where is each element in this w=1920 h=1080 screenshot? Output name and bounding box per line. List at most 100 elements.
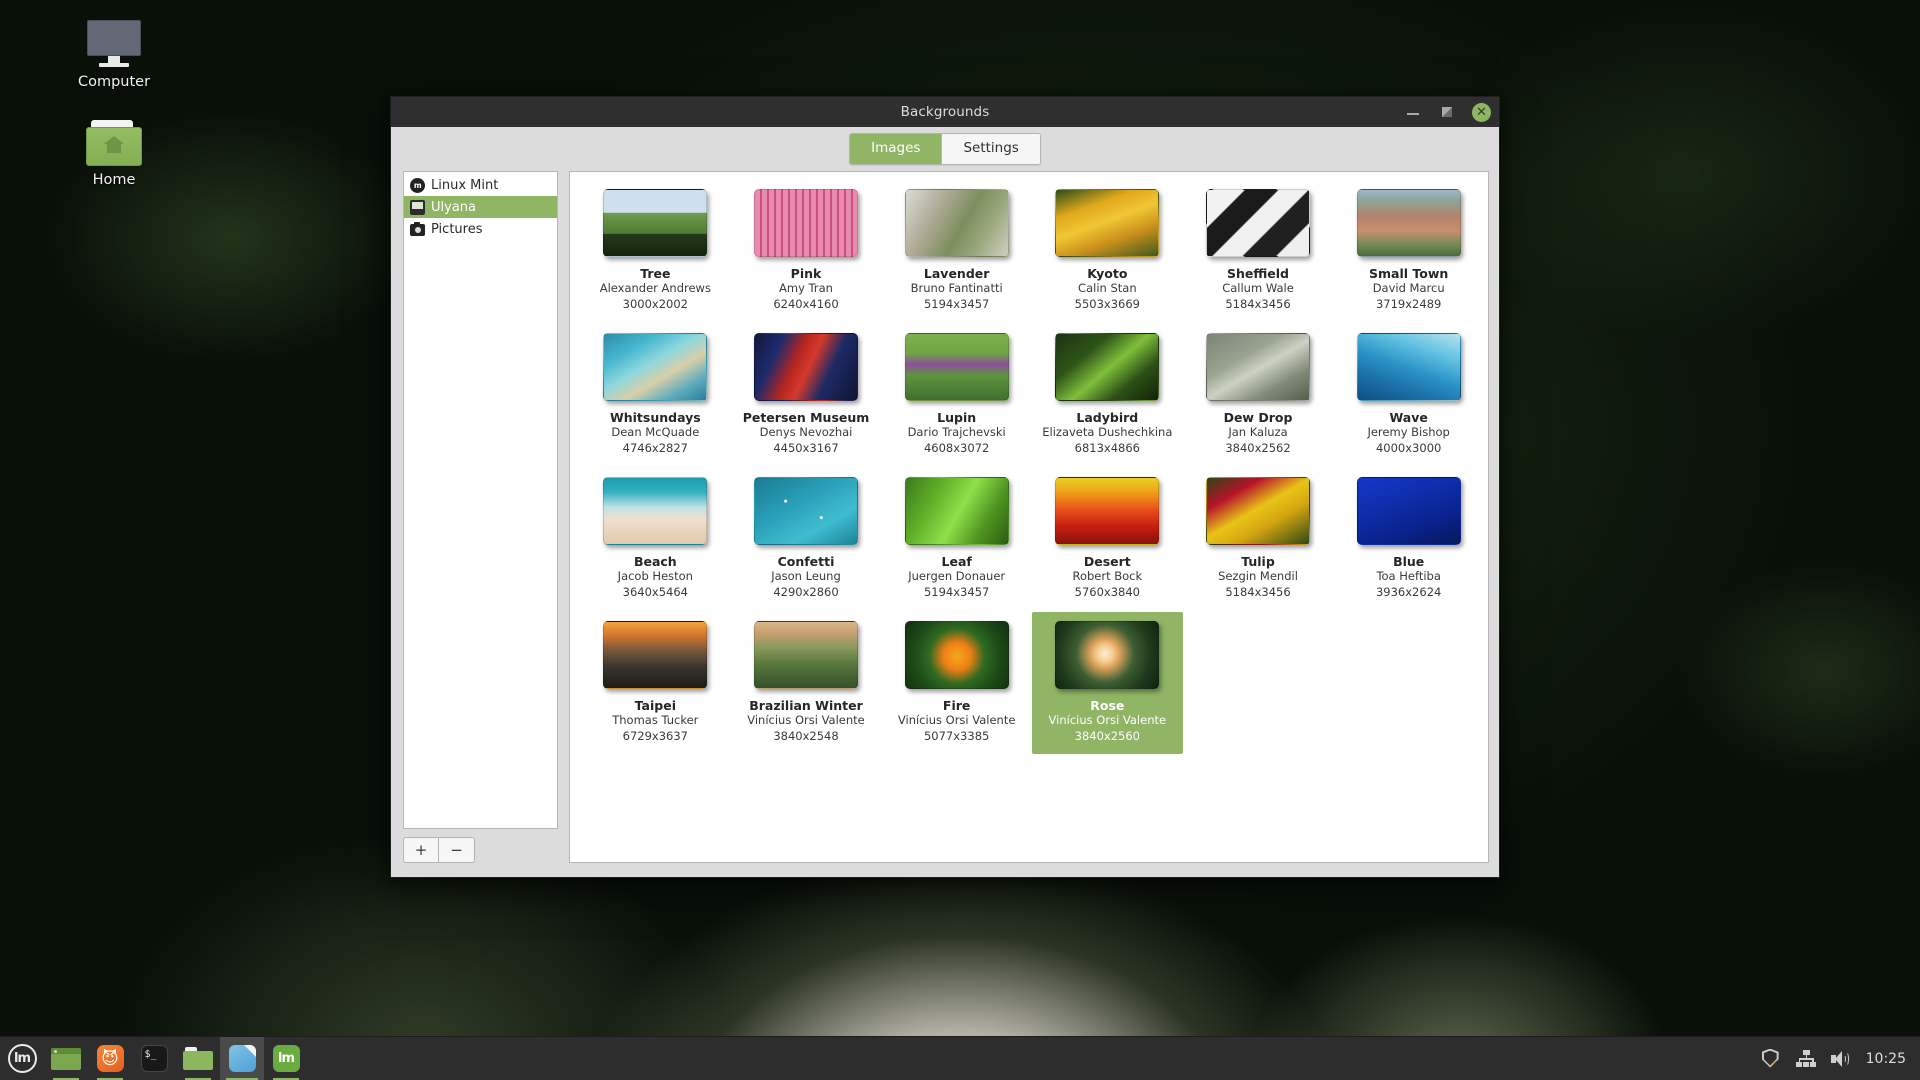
wallpaper-dimensions: 5760x3840 xyxy=(1074,584,1140,599)
network-icon[interactable] xyxy=(1795,1049,1816,1068)
wallpaper-name: Rose xyxy=(1090,698,1125,714)
wallpaper-name: Wave xyxy=(1389,410,1428,426)
desktop-icon-label: Computer xyxy=(77,74,151,90)
wallpaper-thumbnail xyxy=(603,477,708,546)
wallpaper-name: Lavender xyxy=(923,266,990,281)
wallpaper-author: Vinícius Orsi Valente xyxy=(1048,713,1167,728)
taskbar: lm 😈 $_ lm 10:25 xyxy=(0,1036,1920,1080)
sidebar-buttons: + − xyxy=(403,837,558,863)
window-title: Backgrounds xyxy=(900,104,990,120)
taskbar-item-backgrounds[interactable] xyxy=(220,1036,264,1080)
wallpaper-thumbnail xyxy=(904,621,1009,690)
wallpaper-item[interactable]: Lupin Dario Trajchevski 4608x3072 xyxy=(881,324,1032,466)
wallpaper-dimensions: 3840x2560 xyxy=(1074,728,1140,743)
wallpaper-author: David Marcu xyxy=(1372,281,1445,295)
wallpaper-dimensions: 6729x3637 xyxy=(622,728,688,743)
wallpaper-item[interactable]: Desert Robert Bock 5760x3840 xyxy=(1032,468,1183,610)
wallpaper-item[interactable]: Tulip Sezgin Mendil 5184x3456 xyxy=(1183,468,1334,610)
wallpaper-dimensions: 3000x2002 xyxy=(622,296,688,311)
wallpaper-item[interactable]: Kyoto Calin Stan 5503x3669 xyxy=(1032,180,1183,322)
menu-button[interactable]: lm xyxy=(0,1037,44,1080)
wallpaper-thumbnail xyxy=(1356,189,1461,257)
taskbar-item-terminal[interactable]: $_ xyxy=(132,1037,176,1080)
clock[interactable]: 10:25 xyxy=(1864,1051,1906,1067)
document-icon xyxy=(228,1045,256,1072)
wallpaper-item[interactable]: Dew Drop Jan Kaluza 3840x2562 xyxy=(1183,324,1334,466)
wallpaper-name: Pink xyxy=(790,266,822,281)
wallpaper-item[interactable]: Wave Jeremy Bishop 4000x3000 xyxy=(1333,324,1484,466)
wallpaper-item[interactable]: Lavender Bruno Fantinatti 5194x3457 xyxy=(881,180,1032,322)
wallpaper-dimensions: 5077x3385 xyxy=(923,728,990,743)
wallpaper-thumbnail xyxy=(1356,333,1461,402)
tab-images[interactable]: Images xyxy=(850,134,942,164)
screen-icon xyxy=(410,199,425,215)
mint-menu-icon: lm xyxy=(7,1044,37,1073)
wallpaper-item[interactable]: Rose Vinícius Orsi Valente 3840x2560 xyxy=(1032,612,1183,755)
sidebar-item-label: Linux Mint xyxy=(431,177,499,193)
wallpaper-item[interactable]: Blue Toa Heftiba 3936x2624 xyxy=(1333,468,1484,610)
taskbar-item-files[interactable] xyxy=(176,1037,220,1080)
window-icon xyxy=(51,1047,81,1070)
sidebar-item-linux-mint[interactable]: m Linux Mint xyxy=(404,174,557,196)
wallpaper-dimensions: 4290x2860 xyxy=(773,584,839,599)
wallpaper-dimensions: 6240x4160 xyxy=(773,296,839,311)
wallpaper-author: Dean McQuade xyxy=(611,425,700,440)
wallpaper-thumbnail xyxy=(1205,189,1310,257)
mint-app-icon: lm xyxy=(272,1045,300,1072)
tab-settings[interactable]: Settings xyxy=(941,134,1040,164)
wallpaper-item[interactable]: Beach Jacob Heston 3640x5464 xyxy=(580,468,731,610)
wallpaper-name: Whitsundays xyxy=(609,410,701,426)
wallpaper-name: Tree xyxy=(640,266,671,281)
wallpaper-author: Jan Kaluza xyxy=(1228,425,1288,440)
wallpaper-author: Dario Trajchevski xyxy=(907,425,1006,440)
remove-folder-button[interactable]: − xyxy=(439,837,475,863)
wallpaper-grid-panel[interactable]: Tree Alexander Andrews 3000x2002 Pink Amy Tr… xyxy=(569,171,1489,863)
wallpaper-author: Amy Tran xyxy=(779,281,833,295)
window-titlebar[interactable]: Backgrounds ✕ xyxy=(391,97,1499,127)
taskbar-item-mint-app[interactable]: lm xyxy=(264,1037,308,1080)
wallpaper-thumbnail xyxy=(1055,189,1160,257)
desktop-icon-home[interactable]: Home xyxy=(58,120,170,189)
desktop-icon-label: Home xyxy=(92,172,136,188)
maximize-button[interactable] xyxy=(1438,103,1456,121)
sidebar-item-ulyana[interactable]: Ulyana xyxy=(404,196,557,218)
wallpaper-thumbnail xyxy=(1205,333,1310,402)
wallpaper-name: Leaf xyxy=(941,554,972,570)
wallpaper-author: Elizaveta Dushechkina xyxy=(1042,425,1173,440)
taskbar-item-firefox[interactable]: 😈 xyxy=(88,1037,132,1080)
wallpaper-item[interactable]: Confetti Jason Leung 4290x2860 xyxy=(731,468,882,610)
firefox-icon: 😈 xyxy=(96,1045,124,1072)
camera-icon xyxy=(410,221,425,236)
volume-icon[interactable] xyxy=(1830,1050,1850,1068)
wallpaper-item[interactable]: Leaf Juergen Donauer 5194x3457 xyxy=(881,468,1032,610)
wallpaper-dimensions: 4608x3072 xyxy=(923,440,990,455)
sidebar-item-pictures[interactable]: Pictures xyxy=(404,218,557,240)
terminal-icon: $_ xyxy=(140,1045,168,1072)
wallpaper-item[interactable]: Pink Amy Tran 6240x4160 xyxy=(731,180,882,322)
wallpaper-item[interactable]: Fire Vinícius Orsi Valente 5077x3385 xyxy=(881,612,1032,754)
wallpaper-item[interactable]: Ladybird Elizaveta Dushechkina 6813x4866 xyxy=(1032,324,1183,466)
add-folder-button[interactable]: + xyxy=(403,837,439,863)
wallpaper-item[interactable]: Sheffield Callum Wale 5184x3456 xyxy=(1183,180,1334,322)
wallpaper-item[interactable]: Tree Alexander Andrews 3000x2002 xyxy=(580,180,731,322)
taskbar-item-window-list[interactable] xyxy=(44,1037,88,1080)
wallpaper-name: Petersen Museum xyxy=(742,410,870,426)
wallpaper-dimensions: 3719x2489 xyxy=(1375,296,1442,311)
update-shield-icon[interactable] xyxy=(1761,1048,1782,1069)
wallpaper-name: Beach xyxy=(633,554,677,570)
close-button[interactable]: ✕ xyxy=(1472,102,1491,122)
sidebar-list: m Linux Mint Ulyana Pictures xyxy=(403,171,558,829)
minimize-button[interactable] xyxy=(1404,103,1422,121)
wallpaper-item[interactable]: Brazilian Winter Vinícius Orsi Valente 384… xyxy=(731,612,882,754)
wallpaper-author: Vinícius Orsi Valente xyxy=(897,713,1016,728)
wallpaper-item[interactable]: Petersen Museum Denys Nevozhai 4450x3167 xyxy=(731,324,882,466)
wallpaper-item[interactable]: Taipei Thomas Tucker 6729x3637 xyxy=(580,612,731,754)
wallpaper-item[interactable]: Small Town David Marcu 3719x2489 xyxy=(1333,180,1484,322)
wallpaper-thumbnail xyxy=(904,333,1009,402)
wallpaper-thumbnail xyxy=(753,333,858,402)
desktop-icon-computer[interactable]: Computer xyxy=(58,20,170,91)
wallpaper-item[interactable]: Whitsundays Dean McQuade 4746x2827 xyxy=(580,324,731,466)
computer-icon xyxy=(87,20,141,68)
wallpaper-author: Juergen Donauer xyxy=(908,569,1006,584)
wallpaper-dimensions: 3840x2548 xyxy=(773,728,839,743)
